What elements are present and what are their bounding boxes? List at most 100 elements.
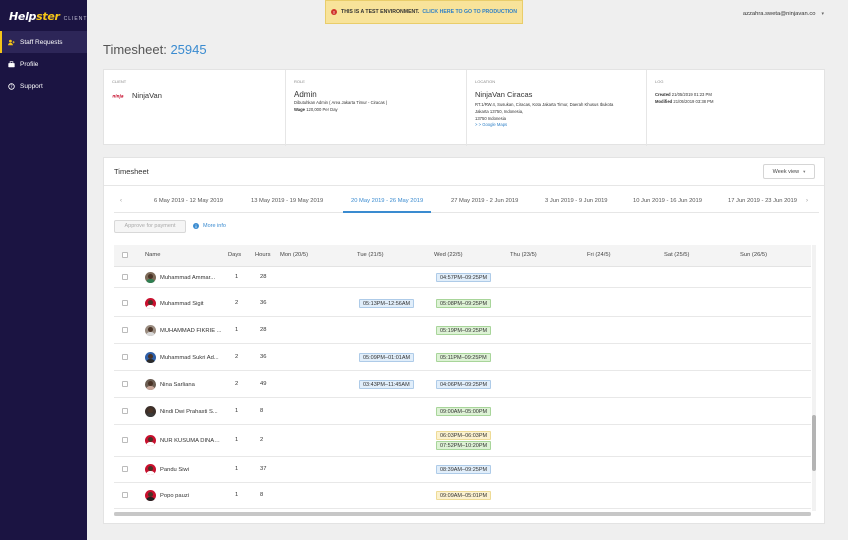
shift-tue[interactable]: 05:09PM–01:01AM [359, 353, 415, 362]
week-tab[interactable]: 17 Jun 2019 - 23 Jun 2019 [728, 198, 797, 204]
shift-wed[interactable]: 05:11PM–09:25PM [436, 353, 491, 362]
location-name: NinjaVan Ciracas [475, 90, 533, 99]
staff-name-cell[interactable]: Muhammad Sukri Ad... [145, 352, 219, 363]
week-tab[interactable]: 10 Jun 2019 - 16 Jun 2019 [633, 198, 702, 204]
staff-name-cell[interactable]: NUR KUSUMA DINARTI [145, 435, 222, 446]
column-header-tue: Tue (21/5) [357, 252, 384, 258]
staff-name: Nina Sarliana [160, 381, 195, 388]
avatar [145, 298, 156, 309]
timesheet-header: Timesheet Week view ▾ [104, 158, 824, 186]
week-tab[interactable]: 13 May 2019 - 19 May 2019 [251, 198, 323, 204]
sidebar-item-profile[interactable]: Profile [0, 53, 87, 75]
row-checkbox[interactable] [122, 381, 128, 387]
hours-value: 2 [260, 437, 264, 443]
briefcase-icon [8, 60, 15, 68]
row-checkbox[interactable] [122, 327, 128, 333]
table-row[interactable]: NUR KUSUMA DINARTI 1 2 06:03PM–06:03PM 07:52… [114, 425, 811, 457]
client-logo: ninja [112, 93, 124, 98]
shift-wed[interactable]: 09:09AM–05:01PM [436, 491, 492, 500]
hours-value: 8 [260, 492, 264, 498]
role-description: Dibutuhkan Admin ( Area Jakarta Timur - … [294, 100, 388, 105]
scrollbar-thumb[interactable] [812, 415, 816, 471]
avatar [145, 406, 156, 417]
avatar [145, 435, 156, 446]
week-tab[interactable]: 27 May 2019 - 2 Jun 2019 [451, 198, 518, 204]
avatar [145, 352, 156, 363]
modified-label: Modified [655, 99, 673, 104]
shift-wed[interactable]: 04:57PM–09:25PM [436, 273, 492, 282]
column-header-days[interactable]: Days [228, 252, 241, 258]
staff-name: Popo pauzi [160, 492, 190, 499]
column-header-name[interactable]: Name [145, 252, 160, 258]
helpster-logo[interactable]: Helpster CLIENT [9, 10, 87, 23]
chevron-right-icon[interactable]: › [806, 198, 808, 204]
shift-wed[interactable]: 04:06PM–09:25PM [436, 380, 492, 389]
table-row[interactable]: Muhammad Ammar... 1 28 04:57PM–09:25PM [114, 267, 811, 288]
column-header-sun: Sun (26/5) [740, 252, 768, 258]
wage-value: 120,000 Per Day [306, 107, 338, 112]
column-header-hours[interactable]: Hours [255, 252, 270, 258]
row-checkbox[interactable] [122, 408, 128, 414]
week-tab[interactable]: 6 May 2019 - 12 May 2019 [154, 198, 223, 204]
days-value: 2 [235, 354, 239, 360]
job-info-card: CLIENT ninja NinjaVan ROLE Admin Dibutuh… [103, 69, 825, 146]
table-header: Name Days Hours Mon (20/5) Tue (21/5) We… [114, 245, 811, 267]
go-to-production-link[interactable]: CLICK HERE TO GO TO PRODUCTION [422, 9, 517, 15]
vertical-scrollbar[interactable] [812, 245, 816, 511]
shift-wed[interactable]: 07:52PM–10:20PM [436, 441, 492, 450]
shift-tue[interactable]: 03:43PM–11:45AM [359, 380, 414, 389]
staff-name: NUR KUSUMA DINARTI [160, 437, 222, 444]
shift-wed[interactable]: 05:19PM–09:25PM [436, 326, 492, 335]
horizontal-scrollbar[interactable] [114, 512, 811, 516]
table-row[interactable]: Nina Sarliana 2 49 03:43PM–11:45AM 04:06PM–0… [114, 371, 811, 398]
staff-name-cell[interactable]: Nina Sarliana [145, 379, 195, 390]
approve-for-payment-button[interactable]: Approve for payment [114, 219, 186, 233]
hours-value: 36 [260, 354, 267, 360]
shift-wed[interactable]: 09:00AM–05:00PM [436, 407, 492, 416]
user-menu[interactable]: azzahra.sweta@ninjavan.co ▾ [743, 11, 824, 17]
staff-icon [8, 39, 15, 46]
address-line: 13750 Indonesia [475, 116, 506, 121]
row-checkbox[interactable] [122, 492, 128, 498]
table-row[interactable]: Muhammad Sigit 2 36 05:13PM–12:56AM 05:08PM–… [114, 290, 811, 317]
column-header-wed: Wed (22/5) [434, 252, 463, 258]
logo-text-part1: Help [9, 10, 37, 23]
table-row[interactable]: Muhammad Sukri Ad... 2 36 05:09PM–01:01AM 05… [114, 344, 811, 371]
row-checkbox[interactable] [122, 274, 128, 280]
row-checkbox[interactable] [122, 466, 128, 472]
staff-name-cell[interactable]: MUHAMMAD FIKRIE ... [145, 325, 222, 336]
staff-name-cell[interactable]: Nindi Dwi Prahasti S... [145, 406, 218, 417]
hours-value: 28 [260, 274, 267, 280]
scrollbar-thumb[interactable] [114, 512, 811, 516]
avatar [145, 490, 156, 501]
week-tab[interactable]: 3 Jun 2019 - 9 Jun 2019 [545, 198, 608, 204]
shift-wed[interactable]: 08:39AM–09:25PM [436, 465, 492, 474]
view-select[interactable]: Week view ▾ [763, 164, 815, 179]
staff-name-cell[interactable]: Pandu Siwi [145, 464, 189, 475]
select-all-checkbox[interactable] [122, 252, 128, 258]
week-tab-active[interactable]: 20 May 2019 - 26 May 2019 [351, 198, 423, 204]
more-info-link[interactable]: i More info [193, 223, 226, 229]
row-checkbox[interactable] [122, 437, 128, 443]
shift-tue[interactable]: 05:13PM–12:56AM [359, 299, 415, 308]
staff-name-cell[interactable]: Muhammad Sigit [145, 298, 204, 309]
shift-wed[interactable]: 05:08PM–09:25PM [436, 299, 492, 308]
table-row[interactable]: Popo pauzi 1 8 09:09AM–05:01PM [114, 483, 811, 509]
hours-value: 28 [260, 327, 267, 333]
shift-wed[interactable]: 06:03PM–06:03PM [436, 431, 492, 440]
days-value: 1 [235, 492, 239, 498]
google-maps-link[interactable]: > > Google Maps [475, 122, 638, 127]
row-checkbox[interactable] [122, 354, 128, 360]
row-checkbox[interactable] [122, 300, 128, 306]
staff-name-cell[interactable]: Popo pauzi [145, 490, 189, 501]
table-row[interactable]: Pandu Siwi 1 37 08:39AM–09:25PM [114, 457, 811, 483]
staff-name: Pandu Siwi [160, 466, 190, 473]
table-row[interactable]: Nindi Dwi Prahasti S... 1 8 09:00AM–05:00PM [114, 398, 811, 425]
sidebar-item-staff-requests[interactable]: Staff Requests [0, 31, 87, 53]
role-label: ROLE [294, 79, 305, 84]
table-row[interactable]: MUHAMMAD FIKRIE ... 1 28 05:19PM–09:25PM [114, 317, 811, 344]
chevron-left-icon[interactable]: ‹ [120, 198, 122, 204]
sidebar-item-support[interactable]: ? Support [0, 75, 87, 97]
staff-name-cell[interactable]: Muhammad Ammar... [145, 272, 215, 283]
days-value: 2 [235, 300, 239, 306]
